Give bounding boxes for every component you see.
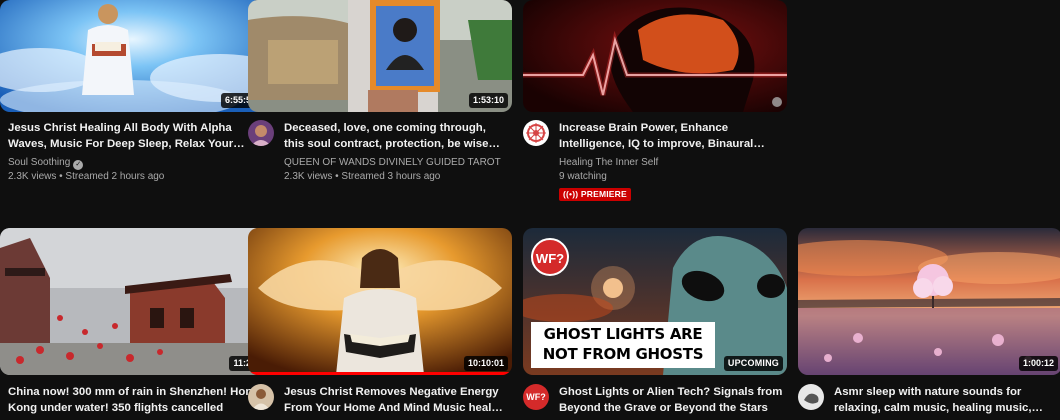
- live-watching-count: 9 watching: [559, 171, 607, 182]
- video-title[interactable]: Jesus Christ Healing All Body With Alpha…: [8, 120, 260, 152]
- video-stats: 2.3K views • Streamed 2 hours ago: [8, 171, 165, 182]
- video-thumbnail[interactable]: 6:55:50: [0, 0, 264, 112]
- verified-icon: ✓: [73, 160, 84, 170]
- video-card: 6:55:50 Jesus Christ Healing All Body Wi…: [0, 0, 264, 200]
- video-card: Increase Brain Power, Enhance Intelligen…: [523, 0, 787, 210]
- video-thumbnail[interactable]: 1:00:12: [798, 228, 1060, 375]
- thumbnail-image: [523, 0, 787, 112]
- video-title[interactable]: Ghost Lights or Alien Tech? Signals from…: [559, 384, 783, 416]
- video-thumbnail[interactable]: WF? GHOST LIGHTS ARE NOT FROM GHOSTS UPC…: [523, 228, 787, 375]
- video-stats: 2.3K views • Streamed 3 hours ago: [284, 171, 441, 182]
- video-thumbnail[interactable]: 10:10:01: [248, 228, 512, 375]
- watch-progress-bar: [248, 372, 512, 375]
- channel-logo-overlay: WF?: [531, 238, 569, 276]
- video-thumbnail[interactable]: 1:53:10: [248, 0, 512, 112]
- video-thumbnail[interactable]: [523, 0, 787, 112]
- channel-avatar[interactable]: [523, 120, 549, 146]
- thumbnail-image: [0, 228, 264, 375]
- video-title[interactable]: Jesus Christ Removes Negative Energy Fro…: [284, 384, 508, 416]
- thumbnail-headline: GHOST LIGHTS ARE NOT FROM GHOSTS: [542, 325, 704, 363]
- channel-avatar[interactable]: [248, 384, 274, 410]
- video-card: 11:20 China now! 300 mm of rain in Shenz…: [0, 228, 264, 420]
- duration-badge: 10:10:01: [463, 356, 508, 371]
- channel-name[interactable]: QUEEN OF WANDS DIVINELY GUIDED TAROT: [284, 156, 508, 170]
- video-thumbnail[interactable]: 11:20: [0, 228, 264, 375]
- broadcast-icon: ((•)): [563, 189, 579, 199]
- video-card: WF? GHOST LIGHTS ARE NOT FROM GHOSTS UPC…: [523, 228, 787, 420]
- duration-badge: 1:00:12: [1018, 356, 1058, 371]
- video-card: 10:10:01 Jesus Christ Removes Negative E…: [248, 228, 512, 420]
- video-title[interactable]: Asmr sleep with nature sounds for relaxi…: [834, 384, 1058, 416]
- duration-badge: 1:53:10: [468, 93, 508, 108]
- video-title[interactable]: Deceased, love, one coming through, this…: [284, 120, 508, 152]
- channel-avatar[interactable]: WF?: [523, 384, 549, 410]
- channel-avatar[interactable]: [798, 384, 824, 410]
- channel-name[interactable]: Healing The Inner Self: [559, 156, 783, 170]
- channel-avatar[interactable]: [248, 120, 274, 146]
- upcoming-badge: UPCOMING: [723, 356, 783, 371]
- video-title[interactable]: Increase Brain Power, Enhance Intelligen…: [559, 120, 783, 152]
- premiere-badge: ((•)) PREMIERE: [559, 188, 631, 201]
- video-title[interactable]: China now! 300 mm of rain in Shenzhen! H…: [8, 384, 260, 416]
- channel-name[interactable]: Soul Soothing ✓: [8, 156, 260, 170]
- video-card: 1:53:10 Deceased, love, one coming throu…: [248, 0, 512, 200]
- thumbnail-image: [248, 228, 512, 375]
- thumbnail-image: [798, 228, 1060, 375]
- video-card: 1:00:12 Asmr sleep with nature sounds fo…: [798, 228, 1060, 420]
